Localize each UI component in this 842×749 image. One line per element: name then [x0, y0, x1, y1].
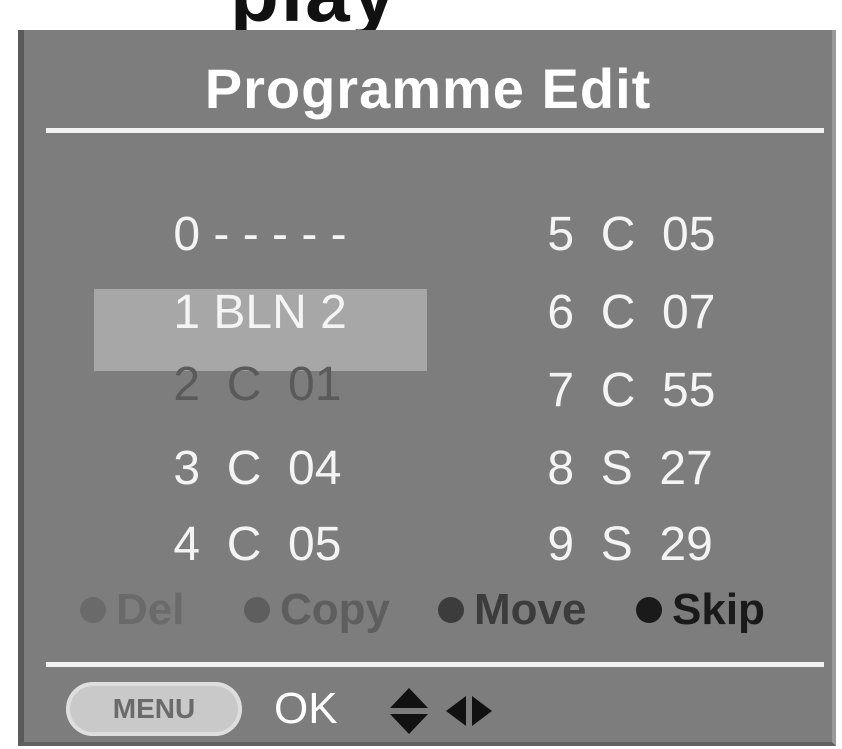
green-dot-icon — [244, 597, 270, 623]
blue-dot-icon — [636, 597, 662, 623]
legend-copy-label: Copy — [280, 585, 390, 634]
yellow-dot-icon — [438, 597, 464, 623]
programme-number: 4 — [173, 518, 201, 571]
programme-label: C 05 — [226, 518, 342, 571]
header-fragment-text: play — [230, 0, 398, 30]
programme-edit-panel: Programme Edit 0 - - - - - 1 BLN 2 2 C 0… — [18, 30, 836, 746]
legend-skip[interactable]: Skip — [636, 580, 765, 640]
footer-divider — [46, 662, 824, 667]
menu-button-label: MENU — [112, 693, 196, 724]
legend-copy[interactable]: Copy — [244, 580, 390, 640]
legend-del[interactable]: Del — [80, 580, 184, 640]
ok-label: OK — [274, 684, 338, 733]
left-right-arrows-icon — [446, 696, 492, 726]
programme-label: S 29 — [600, 518, 713, 571]
red-dot-icon — [80, 597, 106, 623]
title-divider — [46, 128, 824, 133]
menu-button[interactable]: MENU — [66, 682, 242, 736]
legend-move[interactable]: Move — [438, 580, 586, 640]
header-fragment: play — [0, 0, 842, 30]
panel-title: Programme Edit — [204, 57, 652, 120]
ok-hint: OK — [274, 682, 338, 736]
legend-skip-label: Skip — [672, 585, 765, 634]
programme-number: 9 — [547, 518, 575, 571]
legend-del-label: Del — [116, 585, 185, 634]
up-down-arrows-icon — [390, 688, 428, 734]
legend-move-label: Move — [474, 585, 587, 634]
